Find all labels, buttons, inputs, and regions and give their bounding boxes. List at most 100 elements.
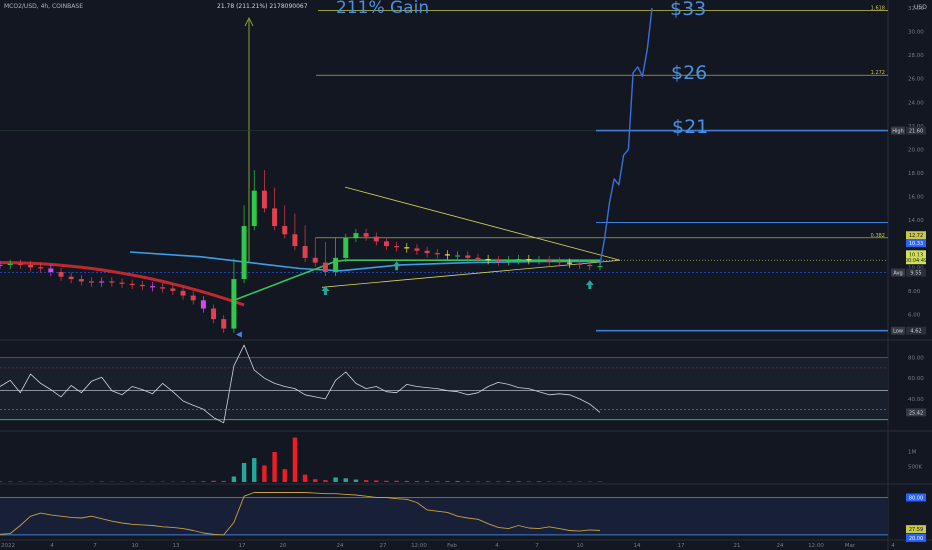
time-axis-label: 7 [535, 543, 539, 549]
candle-body [475, 257, 481, 260]
price-tag-label: High [892, 129, 904, 135]
volume-bar [485, 481, 491, 482]
candle-body [0, 264, 3, 266]
time-axis-label: 12:00 [808, 543, 824, 549]
candle-body [383, 241, 389, 247]
price-axis-tick: 6.00 [908, 312, 921, 318]
stoch-band [0, 497, 888, 535]
candle-body [424, 250, 430, 254]
price-axis-tick: 18.00 [908, 171, 924, 177]
time-axis-label: Feb [447, 543, 457, 549]
volume-bar [475, 481, 481, 482]
volume-bar [221, 480, 226, 482]
candle-body [597, 266, 603, 268]
price-tag-label: Avg [893, 271, 902, 277]
volume-bar [231, 476, 237, 482]
volume-bar [302, 474, 308, 482]
candle-body [556, 261, 562, 263]
volume-bar [445, 481, 450, 482]
candle-body [302, 246, 308, 258]
candle-body [99, 281, 105, 283]
volume-bar [191, 481, 196, 482]
time-axis-label: 20 [280, 543, 287, 549]
candle-body [7, 263, 13, 265]
price-axis-tick: 8.00 [908, 289, 921, 295]
volume-bar [516, 481, 521, 482]
time-axis-label: 7 [93, 543, 97, 549]
price-tag-value: 4.62 [910, 329, 921, 335]
volume-axis-tick: 1M [908, 449, 916, 455]
candle-body [119, 282, 125, 284]
price-tag-value: 10.33 [909, 241, 923, 247]
time-axis-label: 17 [678, 543, 685, 549]
candle-body [312, 257, 318, 263]
candle-body [17, 263, 23, 265]
volume-bar [374, 480, 379, 482]
candle-body [577, 263, 583, 265]
time-axis-label: 24 [337, 543, 344, 549]
candle-body [526, 259, 532, 261]
volume-bar [211, 480, 216, 482]
time-axis-label: 27 [380, 543, 387, 549]
target-21-annotation: $21 [672, 116, 709, 138]
candle-body [516, 259, 522, 261]
target-26-annotation: $26 [671, 62, 708, 84]
volume-bar [272, 451, 277, 482]
volume-bar [424, 481, 430, 482]
candle-body [434, 253, 440, 255]
volume-bar [313, 479, 318, 482]
fib-label: 1.272 [871, 70, 885, 76]
candle-body [505, 260, 511, 262]
price-axis-tick: 20.00 [908, 147, 924, 153]
volume-bar [414, 481, 420, 482]
candle-body [58, 272, 64, 277]
volume-bar [394, 480, 399, 482]
fib-label: 0.382 [871, 233, 885, 239]
time-axis-label: 12:00 [411, 543, 427, 549]
candle-body [495, 260, 501, 262]
volume-bar [323, 480, 328, 482]
price-tag-value: 9.55 [910, 271, 921, 277]
price-axis-tick: 28.00 [908, 53, 924, 59]
candle-body [333, 257, 339, 272]
candle-body [465, 255, 471, 258]
volume-bar [465, 481, 470, 482]
candle-body [200, 300, 206, 309]
volume-bar [404, 480, 409, 482]
candle-body [38, 267, 44, 269]
stoch-tag-value: 80.00 [909, 495, 923, 501]
candle-body [363, 233, 369, 237]
price-axis-tick: 16.00 [908, 195, 924, 201]
candle-body [343, 237, 349, 258]
price-axis-tick: 30.00 [908, 30, 924, 36]
candle-body [394, 246, 400, 248]
time-axis-label: 13 [173, 543, 180, 549]
target-33-annotation: $33 [670, 0, 707, 20]
volume-bar [435, 481, 440, 482]
candle-body [322, 262, 328, 272]
candle-body [566, 262, 572, 264]
volume-bar [384, 480, 389, 482]
candle-body [78, 279, 84, 282]
volume-bar [353, 479, 359, 482]
candle-body [160, 287, 166, 289]
candle-body [109, 281, 115, 283]
candle-body [231, 279, 237, 329]
candle-body [261, 190, 267, 209]
time-axis-label: 24 [777, 543, 784, 549]
candle-body [455, 255, 461, 257]
time-axis-label: 4 [891, 543, 895, 549]
candle-body [89, 281, 95, 283]
time-axis-label: 10 [132, 543, 139, 549]
stoch-tag-value: 27.59 [909, 527, 923, 533]
rsi-axis-tick: 60.00 [908, 376, 924, 382]
volume-bar [343, 478, 348, 482]
price-tag-value: 00:04:49 [905, 258, 927, 264]
time-axis-label: 21 [734, 543, 741, 549]
candle-body [282, 226, 288, 235]
candle-body [180, 290, 186, 296]
candle-body [190, 295, 196, 301]
rsi-axis-tick: 40.00 [908, 397, 924, 403]
candle-body [48, 268, 54, 272]
price-tag-value: 12.72 [909, 233, 923, 239]
